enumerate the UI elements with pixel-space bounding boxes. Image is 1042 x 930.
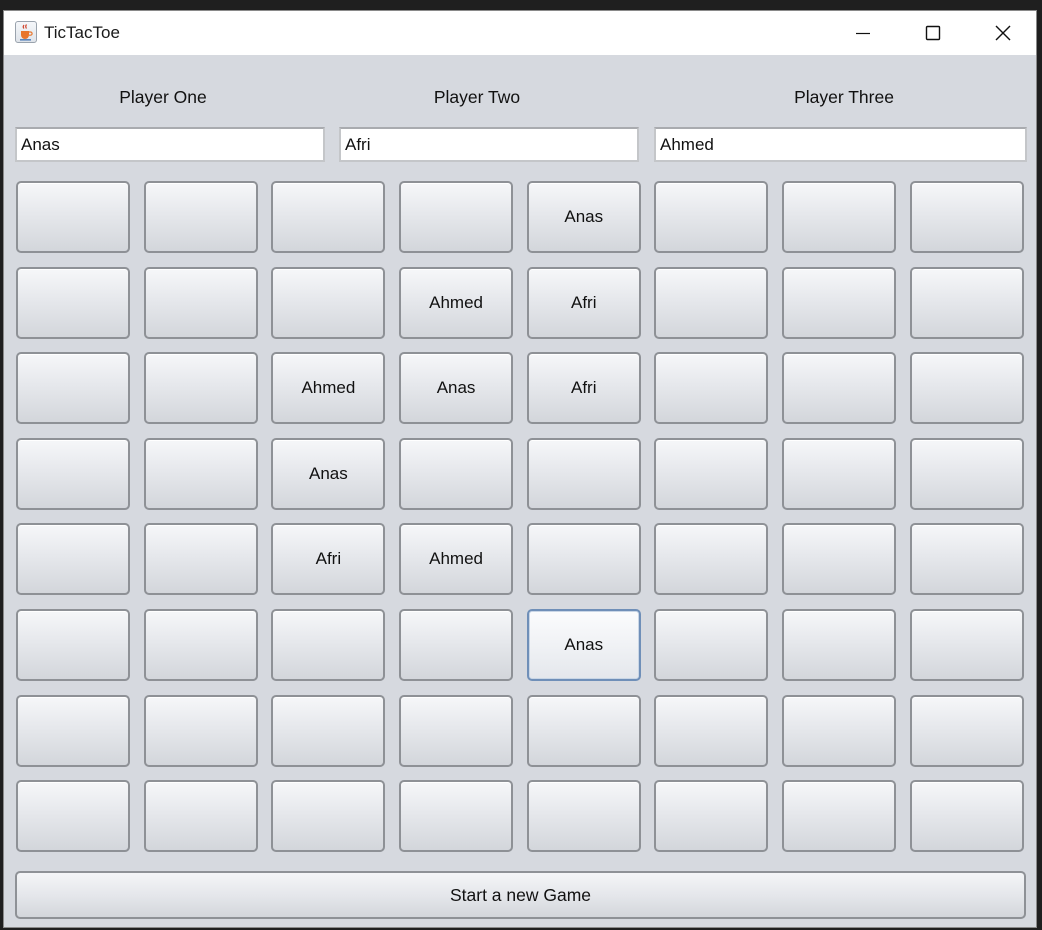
board-cell-r4-c2[interactable]: Afri — [271, 523, 386, 596]
player-one-label: Player One — [119, 87, 207, 107]
board-cell-r5-c7[interactable] — [909, 608, 1024, 681]
maximize-icon — [925, 25, 941, 41]
board-cell-r1-c4[interactable]: Afri — [526, 266, 641, 339]
board-cell-r4-c7[interactable] — [909, 523, 1024, 596]
board-cell-r1-c2[interactable] — [271, 266, 386, 339]
java-cup-icon — [15, 21, 37, 43]
board-cell-r2-c3[interactable]: Anas — [399, 352, 514, 425]
board-cell-r0-c1[interactable] — [143, 181, 258, 253]
board-cell-r1-c6[interactable] — [782, 266, 897, 339]
board-cell-r3-c0[interactable] — [16, 437, 130, 510]
tictactoe-window: TicTacToe Player One Player Two Player T… — [3, 10, 1037, 928]
board-cell-r6-c5[interactable] — [654, 694, 769, 767]
board-cell-r6-c0[interactable] — [16, 694, 130, 767]
board-cell-r6-c3[interactable] — [399, 694, 514, 767]
board-cell-r7-c3[interactable] — [399, 780, 514, 853]
board-cell-r5-c1[interactable] — [143, 608, 258, 681]
board-cell-r6-c2[interactable] — [271, 694, 386, 767]
board-cell-r0-c0[interactable] — [16, 181, 130, 253]
board-cell-r2-c4[interactable]: Afri — [526, 352, 641, 425]
board-cell-r4-c6[interactable] — [782, 523, 897, 596]
board-cell-r3-c7[interactable] — [909, 437, 1024, 510]
board-cell-r5-c3[interactable] — [399, 608, 514, 681]
board-cell-r7-c5[interactable] — [654, 780, 769, 853]
board-cell-r5-c5[interactable] — [654, 608, 769, 681]
board-cell-r1-c7[interactable] — [909, 266, 1024, 339]
board-cell-r3-c6[interactable] — [782, 437, 897, 510]
board-cell-r6-c7[interactable] — [909, 694, 1024, 767]
board-cell-r4-c5[interactable] — [654, 523, 769, 596]
board-cell-r5-c2[interactable] — [271, 608, 386, 681]
board-cell-r5-c0[interactable] — [16, 608, 130, 681]
board-cell-r4-c0[interactable] — [16, 523, 130, 596]
board-cell-r7-c0[interactable] — [16, 780, 130, 853]
game-board: Anas Ahmed Afri Ahmed Anas Afri Anas Afri Ahmed A… — [16, 181, 1026, 853]
board-cell-r6-c6[interactable] — [782, 694, 897, 767]
window-title: TicTacToe — [44, 23, 120, 42]
player-two-name-input[interactable] — [339, 127, 639, 162]
board-cell-r3-c3[interactable] — [399, 437, 514, 510]
board-cell-r4-c4[interactable] — [526, 523, 641, 596]
board-cell-r3-c4[interactable] — [526, 437, 641, 510]
board-cell-r7-c1[interactable] — [143, 780, 258, 853]
board-cell-r1-c5[interactable] — [654, 266, 769, 339]
board-cell-r4-c1[interactable] — [143, 523, 258, 596]
board-cell-r2-c2[interactable]: Ahmed — [271, 352, 386, 425]
minimize-icon — [856, 32, 870, 35]
board-cell-r2-c0[interactable] — [16, 352, 130, 425]
board-cell-r0-c6[interactable] — [782, 181, 897, 253]
board-cell-r1-c0[interactable] — [16, 266, 130, 339]
player-three-name-input[interactable] — [654, 127, 1027, 162]
maximize-button[interactable] — [898, 11, 968, 55]
board-cell-r0-c5[interactable] — [654, 181, 769, 253]
board-cell-r7-c6[interactable] — [782, 780, 897, 853]
board-cell-r0-c2[interactable] — [271, 181, 386, 253]
board-cell-r2-c7[interactable] — [909, 352, 1024, 425]
player-one-name-input[interactable] — [15, 127, 325, 162]
board-cell-r1-c3[interactable]: Ahmed — [399, 266, 514, 339]
board-cell-r2-c6[interactable] — [782, 352, 897, 425]
board-cell-r7-c7[interactable] — [909, 780, 1024, 853]
close-icon — [995, 25, 1011, 41]
board-cell-r2-c1[interactable] — [143, 352, 258, 425]
minimize-button[interactable] — [828, 11, 898, 55]
board-cell-r3-c5[interactable] — [654, 437, 769, 510]
board-cell-r0-c3[interactable] — [399, 181, 514, 253]
title-bar[interactable]: TicTacToe — [4, 11, 1036, 55]
board-cell-r6-c1[interactable] — [143, 694, 258, 767]
start-new-game-button[interactable]: Start a new Game — [15, 871, 1026, 919]
board-cell-r0-c4[interactable]: Anas — [526, 181, 641, 253]
board-cell-r0-c7[interactable] — [909, 181, 1024, 253]
board-cell-r5-c4[interactable]: Anas — [526, 608, 641, 681]
player-three-label: Player Three — [794, 87, 894, 107]
board-cell-r3-c2[interactable]: Anas — [271, 437, 386, 510]
player-two-label: Player Two — [433, 87, 521, 107]
board-cell-r7-c2[interactable] — [271, 780, 386, 853]
board-cell-r4-c3[interactable]: Ahmed — [399, 523, 514, 596]
board-cell-r2-c5[interactable] — [654, 352, 769, 425]
board-cell-r7-c4[interactable] — [526, 780, 641, 853]
close-button[interactable] — [968, 11, 1036, 55]
board-cell-r5-c6[interactable] — [782, 608, 897, 681]
board-cell-r1-c1[interactable] — [143, 266, 258, 339]
board-cell-r6-c4[interactable] — [526, 694, 641, 767]
board-cell-r3-c1[interactable] — [143, 437, 258, 510]
